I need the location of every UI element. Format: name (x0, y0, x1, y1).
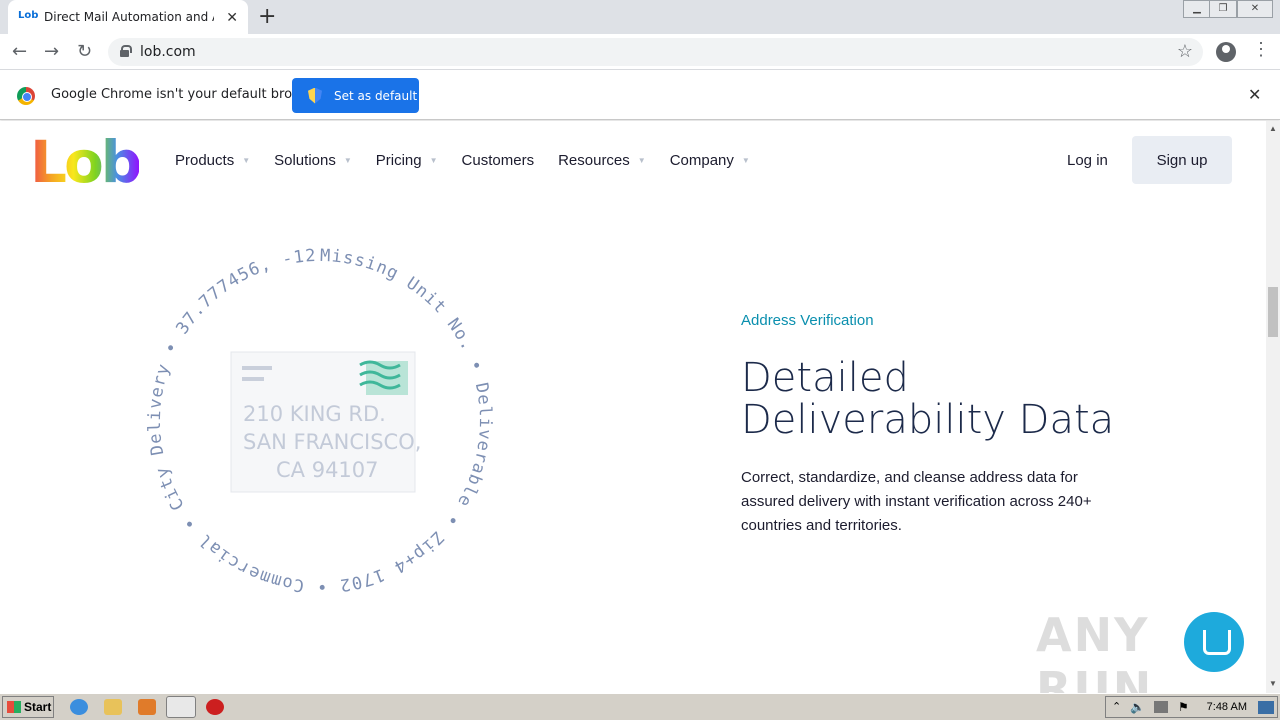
caret-down-icon: ▼ (637, 156, 646, 165)
caret-down-icon: ▼ (429, 156, 438, 165)
nav-item-customers[interactable]: Customers (462, 152, 535, 169)
browser-toolbar: ← → ↻ lob.com ☆ (0, 34, 1280, 70)
volume-icon[interactable]: 🔈 (1130, 700, 1145, 714)
nav-label: Customers (461, 152, 535, 169)
url-text[interactable]: lob.com (140, 44, 196, 60)
set-as-default-button[interactable]: Set as default (292, 78, 419, 113)
windows-taskbar: Start ⌃ 🔈 ⚑ 7:48 AM (0, 693, 1280, 720)
lob-logo[interactable]: Lob (30, 133, 142, 191)
action-center-flag-icon[interactable]: ⚑ (1178, 700, 1189, 714)
forward-arrow-icon[interactable]: → (44, 41, 59, 62)
nav-item-resources[interactable]: Resources ▼ (558, 152, 646, 169)
start-label: Start (24, 700, 52, 714)
nav-item-solutions[interactable]: Solutions ▼ (274, 152, 352, 169)
browser-menu-icon[interactable]: ⋮ (1252, 40, 1270, 58)
infobar-message: Google Chrome isn't your default browser (51, 87, 323, 102)
main-nav: Products ▼ Solutions ▼ Pricing ▼ Customers … (175, 152, 774, 169)
envelope-line-1: 210 KING RD. (243, 402, 386, 426)
browser-tab[interactable]: Lob Direct Mail Automation and Address ✕ (8, 0, 248, 34)
caret-down-icon: ▼ (343, 156, 352, 165)
section-body: Correct, standardize, and cleanse addres… (741, 469, 1092, 534)
signup-button[interactable]: Sign up (1132, 136, 1232, 184)
back-arrow-icon[interactable]: ← (12, 41, 27, 62)
security-alert-icon[interactable] (206, 699, 224, 715)
show-desktop-icon[interactable] (1258, 701, 1274, 714)
restore-window-icon[interactable]: ❐ (1209, 0, 1237, 18)
page-scrollbar[interactable]: ▲ ▼ (1266, 121, 1280, 693)
tab-title: Direct Mail Automation and Address (44, 10, 214, 24)
windows-flag-icon (7, 701, 21, 713)
tab-strip: Lob Direct Mail Automation and Address ✕… (0, 0, 1280, 34)
chat-widget-icon[interactable] (1184, 612, 1244, 672)
nav-label: Solutions (274, 152, 336, 169)
nav-label: Pricing (375, 152, 422, 169)
envelope-line-2: SAN FRANCISCO, (243, 430, 421, 454)
address-verification-illustration: Missing Unit No. • Deliverable • Zip+4 1… (130, 231, 494, 596)
envelope-line-3: CA 94107 (276, 458, 379, 482)
nav-item-company[interactable]: Company ▼ (670, 152, 750, 169)
internet-explorer-icon[interactable] (70, 699, 88, 715)
login-link[interactable]: Log in (1067, 152, 1108, 169)
uac-shield-icon (308, 87, 322, 104)
nav-label: Company (669, 152, 734, 169)
web-page: Lob Products ▼ Solutions ▼ Pricing ▼ Custom… (0, 121, 1266, 693)
close-tab-icon[interactable]: ✕ (226, 9, 238, 26)
minimize-window-icon[interactable]: ▁ (1183, 0, 1211, 18)
section-headline: Detailed Deliverability Data (741, 355, 1115, 443)
lock-icon[interactable] (120, 45, 132, 57)
media-player-icon[interactable] (138, 699, 156, 715)
profile-avatar-icon[interactable] (1216, 42, 1236, 62)
close-window-icon[interactable]: ✕ (1237, 0, 1273, 18)
caret-down-icon: ▼ (741, 156, 750, 165)
scroll-up-icon[interactable]: ▲ (1269, 124, 1277, 133)
scrollbar-thumb[interactable] (1268, 287, 1278, 337)
start-button[interactable]: Start (2, 696, 54, 718)
nav-label: Products (175, 152, 235, 169)
default-browser-infobar: Google Chrome isn't your default browser… (0, 70, 1280, 120)
new-tab-icon[interactable]: + (258, 4, 276, 29)
chrome-taskbar-button[interactable] (166, 696, 196, 718)
close-infobar-icon[interactable]: ✕ (1248, 85, 1261, 105)
bookmark-star-icon[interactable]: ☆ (1177, 41, 1193, 62)
set-as-default-label: Set as default (334, 88, 418, 103)
network-icon[interactable] (1154, 701, 1168, 713)
nav-label: Resources (558, 152, 630, 169)
file-explorer-icon[interactable] (104, 699, 122, 715)
chrome-logo-icon (17, 87, 35, 105)
address-bar[interactable]: lob.com ☆ (108, 38, 1203, 66)
taskbar-clock[interactable]: 7:48 AM (1207, 701, 1247, 713)
section-eyebrow: Address Verification (741, 312, 874, 329)
tray-expand-icon[interactable]: ⌃ (1112, 700, 1121, 713)
envelope-graphic: 210 KING RD. SAN FRANCISCO, CA 94107 (230, 351, 421, 493)
system-tray: ⌃ 🔈 ⚑ 7:48 AM (1105, 696, 1278, 718)
scroll-down-icon[interactable]: ▼ (1269, 679, 1277, 688)
nav-item-products[interactable]: Products ▼ (175, 152, 250, 169)
reload-icon[interactable]: ↻ (77, 41, 92, 62)
nav-item-pricing[interactable]: Pricing ▼ (376, 152, 438, 169)
lob-favicon-icon: Lob (18, 10, 39, 21)
caret-down-icon: ▼ (242, 156, 251, 165)
